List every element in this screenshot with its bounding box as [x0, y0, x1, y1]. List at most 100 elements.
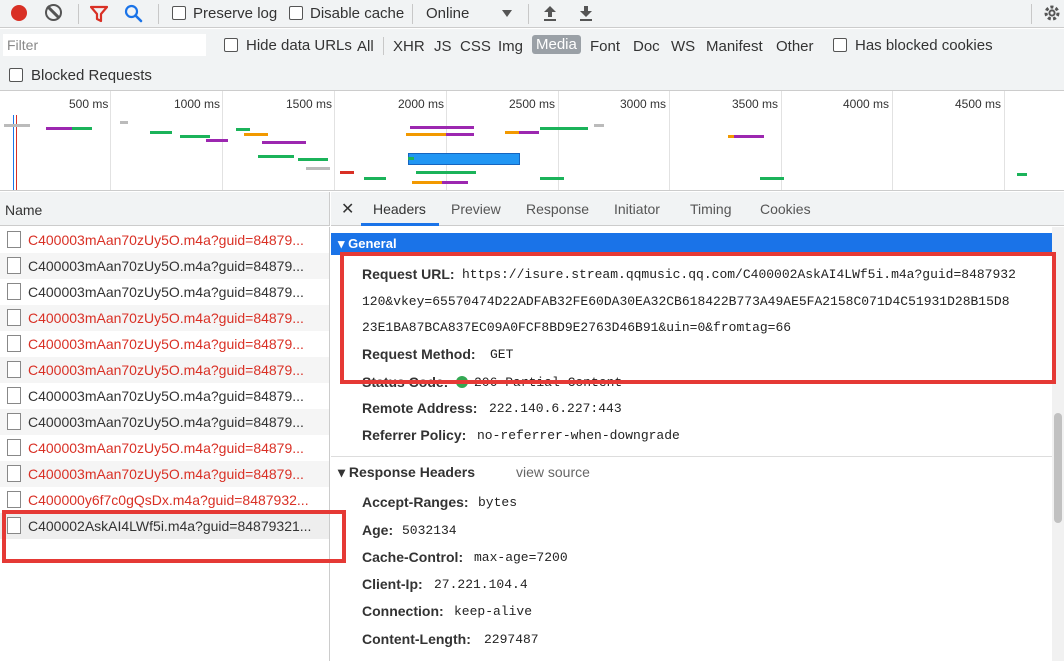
close-icon[interactable]: ✕ — [341, 199, 354, 219]
request-row[interactable]: C400003mAan70zUy5O.m4a?guid=84879... — [0, 305, 329, 331]
request-row[interactable]: C400003mAan70zUy5O.m4a?guid=84879... — [0, 279, 329, 305]
status-code-row-clipped: Status Code: 206 Partial Content — [331, 373, 1052, 389]
type-filter-css[interactable]: CSS — [460, 38, 491, 55]
tab-headers[interactable]: Headers — [373, 201, 426, 217]
file-icon — [7, 231, 21, 248]
response-header-key: Age: — [362, 522, 394, 538]
network-toolbar: Preserve log Disable cache Online — [0, 0, 1064, 28]
type-filter-img[interactable]: Img — [498, 38, 523, 55]
view-source-link[interactable]: view source — [516, 464, 590, 480]
response-header-value: max-age=7200 — [474, 550, 568, 565]
status-ok-icon — [456, 376, 468, 388]
search-icon[interactable] — [124, 4, 143, 23]
request-row[interactable]: C400003mAan70zUy5O.m4a?guid=84879... — [0, 357, 329, 383]
hide-data-urls-checkbox[interactable] — [224, 38, 238, 52]
scrollbar-thumb[interactable] — [1054, 413, 1062, 523]
request-url-label: Request URL: — [362, 266, 455, 282]
response-headers-section-header[interactable]: ▾ Response Headers — [338, 464, 475, 481]
request-row[interactable]: C400003mAan70zUy5O.m4a?guid=84879... — [0, 435, 329, 461]
type-filter-all[interactable]: All — [357, 38, 374, 55]
status-code-label: Status Code: — [362, 374, 449, 389]
details-scrollbar[interactable] — [1052, 227, 1064, 661]
export-har-icon[interactable] — [578, 4, 594, 22]
name-column-header[interactable]: Name — [0, 192, 330, 226]
file-icon — [7, 413, 21, 430]
toolbar-divider — [1031, 4, 1032, 24]
request-name: C400003mAan70zUy5O.m4a?guid=84879... — [28, 388, 304, 404]
preserve-log-label: Preserve log — [193, 5, 278, 22]
tick-label: 1500 ms — [286, 97, 333, 111]
overview-timeline[interactable]: 500 ms 1000 ms 1500 ms 2000 ms 2500 ms 3… — [0, 91, 1064, 191]
type-filter-font[interactable]: Font — [590, 38, 620, 55]
type-filter-other[interactable]: Other — [776, 38, 814, 55]
tab-preview[interactable]: Preview — [451, 201, 501, 217]
active-tab-indicator — [361, 223, 439, 226]
request-row[interactable]: C400000y6f7c0gQsDx.m4a?guid=8487932... — [0, 487, 329, 513]
request-row[interactable]: C400003mAan70zUy5O.m4a?guid=84879... — [0, 331, 329, 357]
chevron-down-icon[interactable] — [502, 10, 512, 17]
toolbar-divider — [412, 4, 413, 24]
request-row[interactable]: C400003mAan70zUy5O.m4a?guid=84879... — [0, 409, 329, 435]
response-header-key: Cache-Control: — [362, 549, 464, 565]
type-filter-ws[interactable]: WS — [671, 38, 695, 55]
request-row[interactable]: C400003mAan70zUy5O.m4a?guid=84879... — [0, 253, 329, 279]
clear-icon[interactable] — [45, 4, 62, 21]
tab-timing[interactable]: Timing — [690, 201, 732, 217]
preserve-log-checkbox[interactable] — [172, 6, 186, 20]
tick-label: 4500 ms — [955, 97, 1002, 111]
blocked-requests-label: Blocked Requests — [31, 67, 152, 84]
file-icon — [7, 465, 21, 482]
tick-label: 1000 ms — [174, 97, 221, 111]
general-title: ▾ General — [338, 236, 397, 251]
tab-cookies[interactable]: Cookies — [760, 201, 811, 217]
import-har-icon[interactable] — [542, 4, 558, 22]
tick-label: 2000 ms — [398, 97, 445, 111]
request-method-value: GET — [490, 347, 514, 362]
request-row[interactable]: C400003mAan70zUy5O.m4a?guid=84879... — [0, 461, 329, 487]
throttling-select[interactable]: Online — [426, 5, 469, 22]
remote-address-value: 222.140.6.227:443 — [489, 401, 622, 416]
has-blocked-cookies-checkbox[interactable] — [833, 38, 847, 52]
blocked-requests-checkbox[interactable] — [9, 68, 23, 82]
filter-icon[interactable] — [90, 5, 108, 23]
gear-icon[interactable] — [1043, 4, 1061, 22]
request-row[interactable]: C400003mAan70zUy5O.m4a?guid=84879... — [0, 383, 329, 409]
file-icon — [7, 257, 21, 274]
request-name: C400003mAan70zUy5O.m4a?guid=84879... — [28, 466, 304, 482]
referrer-policy-value: no-referrer-when-downgrade — [477, 428, 680, 443]
tab-initiator[interactable]: Initiator — [614, 201, 660, 217]
request-row[interactable]: C400003mAan70zUy5O.m4a?guid=84879... — [0, 227, 329, 253]
tick-label: 3500 ms — [732, 97, 779, 111]
type-filter-media[interactable]: Media — [532, 35, 581, 54]
request-name: C400003mAan70zUy5O.m4a?guid=84879... — [28, 284, 304, 300]
response-header-value: 5032134 — [402, 523, 457, 538]
tab-response[interactable]: Response — [526, 201, 589, 217]
tick-label: 4000 ms — [843, 97, 890, 111]
record-icon[interactable] — [11, 5, 27, 21]
response-header-key: Connection: — [362, 603, 444, 619]
status-code-value: 206 Partial Content — [474, 375, 623, 389]
request-name: C400003mAan70zUy5O.m4a?guid=84879... — [28, 310, 304, 326]
file-icon — [7, 517, 21, 534]
file-icon — [7, 439, 21, 456]
general-section-header[interactable]: ▾ General — [331, 233, 1052, 255]
request-name: C400000y6f7c0gQsDx.m4a?guid=8487932... — [28, 492, 309, 508]
response-header-key: Accept-Ranges: — [362, 494, 469, 510]
type-filter-xhr[interactable]: XHR — [393, 38, 425, 55]
selected-request-bar — [408, 153, 520, 165]
request-name: C400003mAan70zUy5O.m4a?guid=84879... — [28, 336, 304, 352]
filter-input[interactable] — [3, 34, 206, 56]
request-name: C400003mAan70zUy5O.m4a?guid=84879... — [28, 258, 304, 274]
request-url-value: https://isure.stream.qqmusic.qq.com/C400… — [462, 267, 1016, 282]
disable-cache-checkbox[interactable] — [289, 6, 303, 20]
request-url-value: 23E1BA87BCA837EC09A0FCF8BD9E2763D46B91&u… — [362, 320, 792, 335]
type-filter-js[interactable]: JS — [434, 38, 452, 55]
tick-label: 500 ms — [69, 97, 109, 111]
type-filter-manifest[interactable]: Manifest — [706, 38, 763, 55]
request-row-selected[interactable]: C400002AskAI4LWf5i.m4a?guid=84879321... — [0, 513, 329, 539]
request-name: C400003mAan70zUy5O.m4a?guid=84879... — [28, 440, 304, 456]
type-filter-doc[interactable]: Doc — [633, 38, 660, 55]
tick-label: 2500 ms — [509, 97, 556, 111]
file-icon — [7, 309, 21, 326]
details-tabbar: Headers Preview Response Initiator Timin… — [331, 192, 1064, 226]
